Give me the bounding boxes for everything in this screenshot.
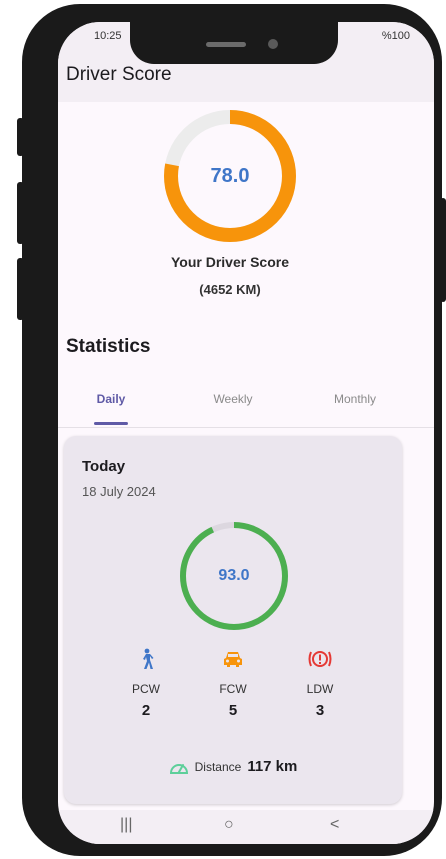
pedestrian-icon [116, 646, 176, 672]
distance-value: 117 km [247, 758, 298, 775]
car-icon [203, 646, 263, 672]
distance-row: Distance 117 km [64, 758, 402, 775]
phone-side-button [17, 258, 24, 320]
metric-value: 2 [141, 702, 151, 719]
status-battery: %100 [381, 30, 410, 42]
driver-score-value: 78.0 [210, 164, 250, 187]
card-date: 18 July 2024 [82, 484, 156, 499]
metric-pcw: PCW 2 [116, 646, 176, 719]
recents-button[interactable]: ||| [120, 816, 132, 834]
tab-weekly[interactable]: Weekly [188, 392, 278, 406]
phone-notch [130, 22, 338, 64]
daily-stats-card: Today 18 July 2024 93.0 PCW 2 FCW 5 LDW … [64, 436, 402, 804]
speedometer-icon [169, 763, 188, 774]
metric-ldw: LDW 3 [290, 646, 350, 719]
statistics-tabs: Daily Weekly Monthly [58, 388, 434, 428]
metric-label: PCW [132, 682, 160, 696]
speaker-icon [206, 42, 246, 47]
tab-indicator [94, 422, 128, 425]
distance-label: Distance [194, 759, 242, 774]
phone-side-button [440, 198, 446, 302]
metric-value: 3 [315, 702, 325, 719]
phone-side-button [17, 118, 24, 156]
status-time: 10:25 [94, 30, 122, 42]
phone-screen: 10:25 %100 Driver Score 78.0 Your Driver… [58, 22, 434, 844]
home-button[interactable]: ○ [224, 816, 234, 834]
metric-fcw: FCW 5 [203, 646, 263, 719]
driver-score-label: Your Driver Score [170, 254, 289, 270]
system-nav-bar: ||| ○ < [58, 810, 434, 844]
metric-label: LDW [306, 682, 334, 696]
tab-monthly[interactable]: Monthly [310, 392, 400, 406]
card-title: Today [82, 458, 126, 475]
metric-label: FCW [219, 682, 247, 696]
back-button[interactable]: < [330, 816, 339, 834]
page-title: Driver Score [66, 64, 172, 85]
lane-warning-icon [290, 646, 350, 672]
statistics-title: Statistics [66, 336, 151, 357]
tab-daily[interactable]: Daily [66, 392, 156, 406]
metric-value: 5 [228, 702, 238, 719]
phone-side-button [17, 182, 24, 244]
daily-score-value: 93.0 [218, 567, 250, 584]
driver-score-distance: (4652 KM) [199, 282, 261, 297]
camera-icon [268, 39, 278, 49]
